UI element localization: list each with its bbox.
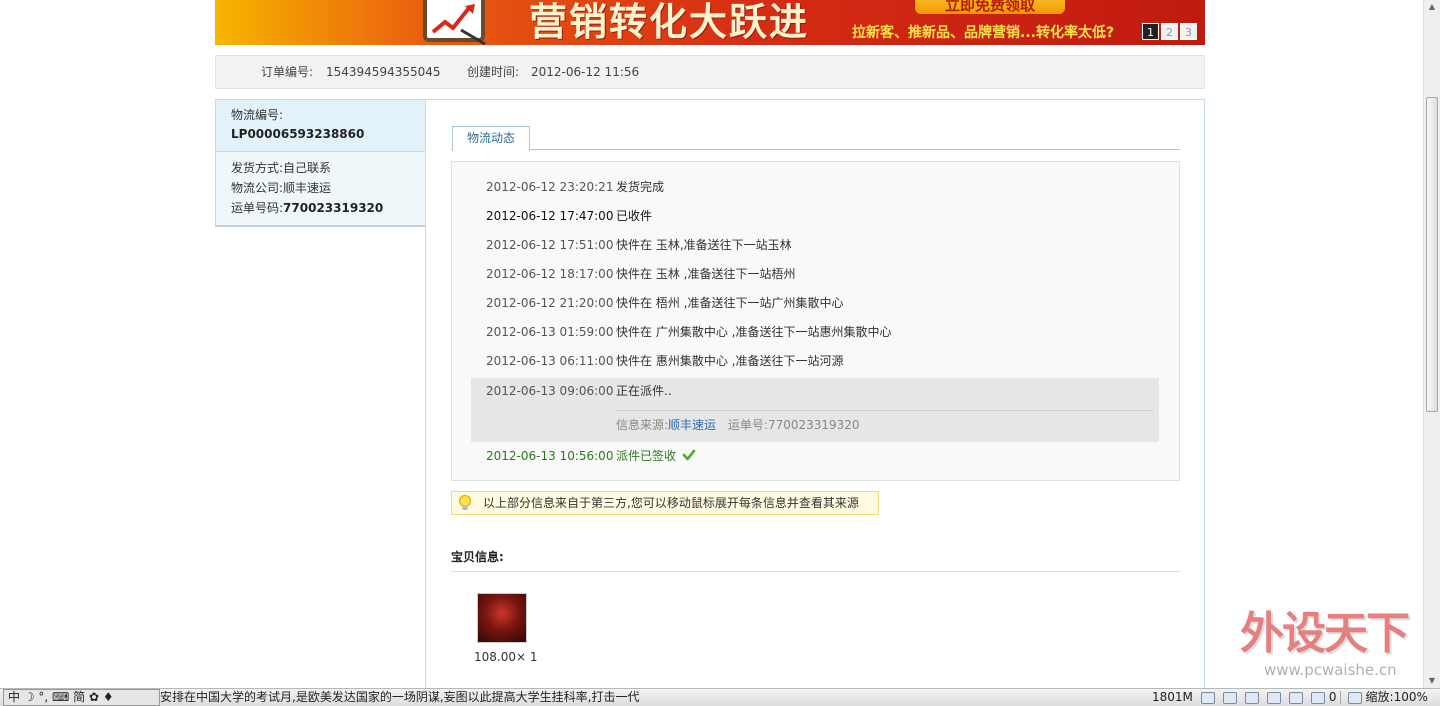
lightbulb-icon xyxy=(459,495,471,510)
waybill-label: 运单号码: xyxy=(231,201,284,215)
site-watermark: 外设天下 www.pcwaishe.cn xyxy=(1240,608,1422,683)
print-icon[interactable] xyxy=(1244,691,1259,704)
shipping-details: 发货方式:自己联系 物流公司:顺丰速运 运单号码:770023319320 xyxy=(216,152,426,225)
browser-statusbar: 中 ☽ °, ⌨ 简 ✿ ♦ 安排在中国大学的考试月,是欧美发达国家的一场阴谋,… xyxy=(0,688,1440,706)
source-waybill-label: 运单号: xyxy=(727,418,768,432)
source-label: 信息来源: xyxy=(616,418,669,432)
logistics-summary: 物流编号: LP00006593238860 发货方式:自己联系 物流公司:顺丰… xyxy=(215,99,426,227)
banner-page-1[interactable]: 1 xyxy=(1142,23,1159,40)
product-price-qty: 108.00× 1 xyxy=(474,650,538,664)
tracking-desc: 快件在 惠州集散中心 ,准备送往下一站河源 xyxy=(616,354,844,368)
tracking-time: 2012-06-13 06:11:00 xyxy=(486,354,614,368)
status-tray: 1801M 0 缩放:100% xyxy=(1152,689,1428,706)
tracking-desc: 快件在 玉林 ,准备送往下一站梧州 xyxy=(616,267,796,281)
tracking-time: 2012-06-12 17:51:00 xyxy=(486,238,614,252)
tracking-desc: 已收件 xyxy=(616,209,653,223)
ime-toolbar[interactable]: 中 ☽ °, ⌨ 简 ✿ ♦ xyxy=(3,689,160,706)
goods-divider xyxy=(451,571,1180,572)
watermark-title: 外设天下 xyxy=(1240,608,1410,659)
source-link[interactable]: 顺丰速运 xyxy=(668,418,716,432)
scroll-down-arrow-icon[interactable]: ▼ xyxy=(1424,674,1440,688)
vertical-scrollbar[interactable]: ▲ ▼ xyxy=(1423,0,1440,688)
logistics-number: LP00006593238860 xyxy=(231,127,365,141)
created-time: 2012-06-12 11:56 xyxy=(531,65,640,79)
memory-usage: 1801M xyxy=(1152,690,1193,704)
tracking-time: 2012-06-13 01:59:00 xyxy=(486,325,614,339)
tracking-time: 2012-06-12 17:47:00 xyxy=(486,209,614,223)
tracking-desc: 快件在 玉林,准备送往下一站玉林 xyxy=(616,238,792,252)
zoom-level[interactable]: 缩放:100% xyxy=(1366,689,1428,706)
company: 顺丰速运 xyxy=(283,181,332,195)
layers-icon[interactable] xyxy=(1288,691,1303,704)
speaker-icon[interactable] xyxy=(1200,691,1215,704)
logistics-number-label: 物流编号: xyxy=(231,108,284,122)
tracking-desc: 快件在 广州集散中心 ,准备送往下一站惠州集散中心 xyxy=(616,325,892,339)
tracking-desc: 快件在 梧州 ,准备送往下一站广州集散中心 xyxy=(616,296,844,310)
created-label: 创建时间: xyxy=(467,65,520,79)
source-waybill: 770023319320 xyxy=(767,418,860,432)
product-thumbnail[interactable] xyxy=(477,593,527,643)
tracking-time: 2012-06-12 18:17:00 xyxy=(486,267,614,281)
order-number: 154394594355045 xyxy=(326,65,441,79)
tab-count: 0 xyxy=(1328,690,1337,704)
tip-text: 以上部分信息来自于第三方,您可以移动鼠标展开每条信息并查看其来源 xyxy=(483,496,859,510)
tracking-desc: 派件已签收 xyxy=(616,442,696,471)
shipping-method: 自己联系 xyxy=(283,161,332,175)
tracking-time: 2012-06-13 09:06:00 xyxy=(486,384,614,398)
logistics-panel: 物流动态 2012-06-12 23:20:21 发货完成 2012-06-12… xyxy=(425,99,1205,706)
banner-subtitle: 拉新客、推新品、品牌营销...转化率太低? xyxy=(852,25,1115,41)
third-party-tip: 以上部分信息来自于第三方,您可以移动鼠标展开每条信息并查看其来源 xyxy=(451,491,879,515)
tracking-desc-text: 派件已签收 xyxy=(616,449,677,463)
download-icon[interactable] xyxy=(1222,691,1237,704)
scroll-thumb[interactable] xyxy=(1426,97,1438,412)
company-label: 物流公司: xyxy=(231,181,284,195)
banner-page-3[interactable]: 3 xyxy=(1180,23,1197,40)
page-icon[interactable] xyxy=(1310,691,1325,704)
tracking-time: 2012-06-12 21:20:00 xyxy=(486,296,614,310)
ad-banner[interactable]: 营销转化大跃进 立即免费领取 拉新客、推新品、品牌营销...转化率太低? 1 2… xyxy=(215,0,1205,45)
banner-pager: 1 2 3 xyxy=(1142,23,1197,40)
status-separator xyxy=(1339,691,1341,704)
tracking-time: 2012-06-12 23:20:21 xyxy=(486,180,614,194)
tab-logistics-updates[interactable]: 物流动态 xyxy=(452,126,530,151)
watermark-url: www.pcwaishe.cn xyxy=(1264,661,1397,679)
folder-icon[interactable] xyxy=(1266,691,1281,704)
tracking-log: 2012-06-12 23:20:21 发货完成 2012-06-12 17:4… xyxy=(451,161,1180,481)
banner-title: 营销转化大跃进 xyxy=(529,0,810,44)
zoom-icon[interactable] xyxy=(1347,691,1362,704)
goods-section-title: 宝贝信息: xyxy=(451,550,504,564)
row-divider xyxy=(616,410,1153,411)
order-info-bar: 订单编号: 154394594355045 创建时间: 2012-06-12 1… xyxy=(215,55,1205,89)
waybill-number: 770023319320 xyxy=(283,201,384,215)
scroll-up-arrow-icon[interactable]: ▲ xyxy=(1424,0,1440,14)
info-source: 信息来源:顺丰速运 运单号:770023319320 xyxy=(616,412,860,438)
shipping-method-label: 发货方式: xyxy=(231,161,284,175)
chart-board-icon xyxy=(423,0,486,45)
order-number-label: 订单编号: xyxy=(261,65,314,79)
tracking-time: 2012-06-13 10:56:00 xyxy=(486,449,614,463)
checkmark-icon xyxy=(682,449,696,461)
tracking-desc: 发货完成 xyxy=(616,180,665,194)
tab-divider xyxy=(451,149,1180,150)
banner-cta-button[interactable]: 立即免费领取 xyxy=(915,0,1065,14)
status-ticker: 安排在中国大学的考试月,是欧美发达国家的一场阴谋,妄图以此提高大学生挂科率,打击… xyxy=(160,690,640,704)
logistics-number-block: 物流编号: LP00006593238860 xyxy=(216,100,426,152)
banner-page-2[interactable]: 2 xyxy=(1161,23,1178,40)
tracking-desc: 正在派件.. xyxy=(616,384,672,398)
tracking-row-expanded[interactable]: 2012-06-13 09:06:00 正在派件.. 信息来源:顺丰速运 运单号… xyxy=(471,378,1159,442)
